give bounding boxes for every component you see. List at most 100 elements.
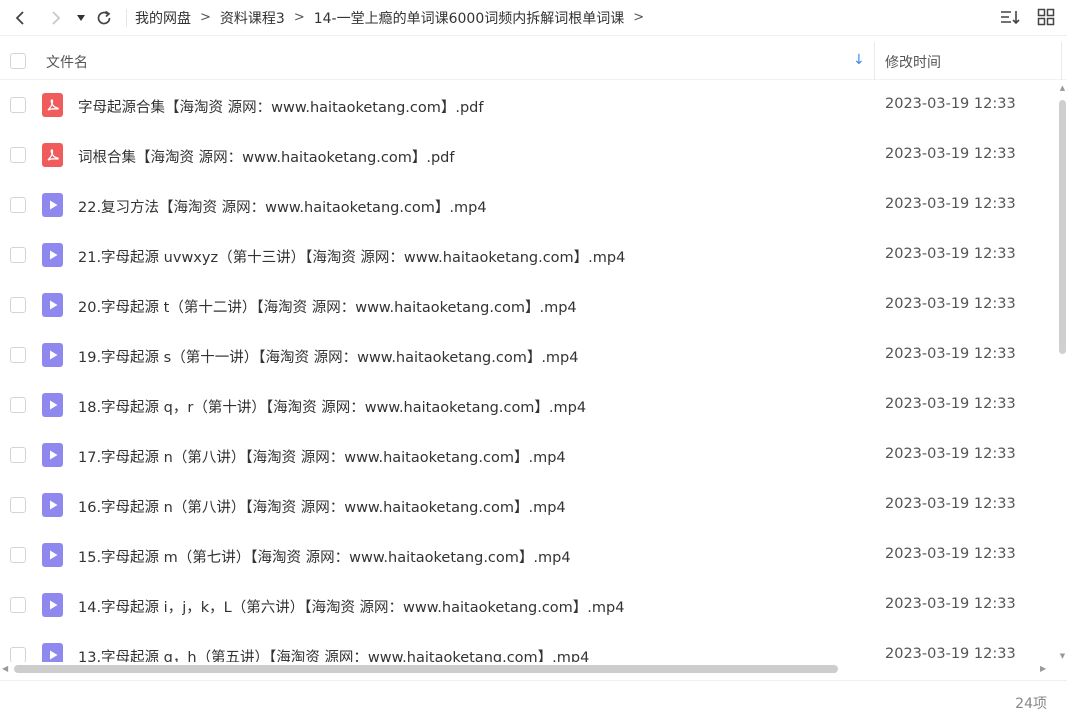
- item-count: 24项: [1015, 696, 1047, 712]
- file-modified-time: 2023-03-19 12:33: [885, 296, 1016, 312]
- row-checkbox[interactable]: [10, 597, 26, 613]
- back-button[interactable]: [8, 6, 32, 30]
- breadcrumb-separator[interactable]: >: [633, 10, 644, 25]
- file-row[interactable]: 17.字母起源 n（第八讲）【海淘资 源网：www.haitaoketang.c…: [0, 430, 1060, 480]
- video-file-icon: [42, 543, 63, 567]
- toolbar-divider: [126, 8, 127, 27]
- file-modified-time: 2023-03-19 12:33: [885, 446, 1016, 462]
- breadcrumb-item-current[interactable]: 14-一堂上瘾的单词课6000词频内拆解词根单词课: [314, 8, 625, 28]
- file-row[interactable]: 16.字母起源 n（第八讲）【海淘资 源网：www.haitaoketang.c…: [0, 480, 1060, 530]
- column-resize-handle[interactable]: [1061, 42, 1062, 80]
- row-checkbox[interactable]: [10, 297, 26, 313]
- row-checkbox[interactable]: [10, 497, 26, 513]
- row-checkbox[interactable]: [10, 447, 26, 463]
- file-modified-time: 2023-03-19 12:33: [885, 346, 1016, 362]
- sort-down-icon: ↓: [853, 52, 865, 68]
- file-row[interactable]: 19.字母起源 s（第十一讲）【海淘资 源网：www.haitaoketang.…: [0, 330, 1060, 380]
- file-row[interactable]: 字母起源合集【海淘资 源网：www.haitaoketang.com】.pdf 2…: [0, 80, 1060, 130]
- file-name[interactable]: 19.字母起源 s（第十一讲）【海淘资 源网：www.haitaoketang.…: [78, 346, 579, 367]
- horizontal-scroll-thumb[interactable]: [14, 665, 838, 673]
- chevron-right-icon: [52, 10, 61, 25]
- breadcrumb-separator: >: [293, 10, 305, 25]
- file-name[interactable]: 16.字母起源 n（第八讲）【海淘资 源网：www.haitaoketang.c…: [78, 496, 566, 517]
- breadcrumb: 我的网盘 > 资料课程3 > 14-一堂上瘾的单词课6000词频内拆解词根单词课…: [135, 8, 653, 28]
- file-name[interactable]: 13.字母起源 g，h（第五讲）【海淘资 源网：www.haitaoketang…: [78, 646, 589, 662]
- row-checkbox[interactable]: [10, 397, 26, 413]
- video-file-icon: [42, 643, 63, 662]
- video-file-icon: [42, 193, 63, 217]
- column-header-name[interactable]: 文件名: [46, 52, 88, 72]
- file-row[interactable]: 22.复习方法【海淘资 源网：www.haitaoketang.com】.mp4…: [0, 180, 1060, 230]
- file-name[interactable]: 15.字母起源 m（第七讲）【海淘资 源网：www.haitaoketang.c…: [78, 546, 571, 567]
- file-name[interactable]: 14.字母起源 i，j，k，L（第六讲）【海淘资 源网：www.haitaoke…: [78, 596, 624, 617]
- scroll-left-icon[interactable]: ◀: [2, 664, 8, 673]
- file-modified-time: 2023-03-19 12:33: [885, 596, 1016, 612]
- row-checkbox[interactable]: [10, 197, 26, 213]
- horizontal-scrollbar[interactable]: ◀ ▶: [0, 662, 1058, 676]
- column-header-modified-time[interactable]: 修改时间: [885, 52, 941, 72]
- scroll-down-icon[interactable]: ▼: [1058, 652, 1067, 662]
- file-modified-time: 2023-03-19 12:33: [885, 396, 1016, 412]
- video-file-icon: [42, 243, 63, 267]
- select-all-checkbox[interactable]: [10, 53, 26, 69]
- row-checkbox[interactable]: [10, 347, 26, 363]
- file-modified-time: 2023-03-19 12:33: [885, 646, 1016, 662]
- caret-down-icon: [77, 14, 85, 21]
- file-row[interactable]: 13.字母起源 g，h（第五讲）【海淘资 源网：www.haitaoketang…: [0, 630, 1060, 662]
- file-modified-time: 2023-03-19 12:33: [885, 146, 1016, 162]
- forward-button[interactable]: [44, 6, 68, 30]
- file-row[interactable]: 15.字母起源 m（第七讲）【海淘资 源网：www.haitaoketang.c…: [0, 530, 1060, 580]
- video-file-icon: [42, 593, 63, 617]
- breadcrumb-separator: >: [200, 10, 211, 25]
- row-checkbox[interactable]: [10, 547, 26, 563]
- row-checkbox[interactable]: [10, 147, 26, 163]
- sort-list-icon: [1001, 11, 1020, 25]
- video-file-icon: [42, 293, 63, 317]
- status-bar: 24项: [0, 680, 1067, 714]
- video-file-icon: [42, 343, 63, 367]
- file-row[interactable]: 词根合集【海淘资 源网：www.haitaoketang.com】.pdf 202…: [0, 130, 1060, 180]
- file-name[interactable]: 词根合集【海淘资 源网：www.haitaoketang.com】.pdf: [78, 146, 454, 167]
- breadcrumb-item-root[interactable]: 我的网盘: [135, 8, 191, 28]
- column-resize-handle[interactable]: [874, 42, 875, 80]
- view-tools: [999, 6, 1057, 28]
- video-file-icon: [42, 493, 63, 517]
- file-name[interactable]: 21.字母起源 uvwxyz（第十三讲）【海淘资 源网：www.haitaoke…: [78, 246, 625, 267]
- history-dropdown-button[interactable]: [72, 6, 90, 30]
- file-list: 字母起源合集【海淘资 源网：www.haitaoketang.com】.pdf 2…: [0, 80, 1060, 662]
- file-modified-time: 2023-03-19 12:33: [885, 496, 1016, 512]
- file-name[interactable]: 17.字母起源 n（第八讲）【海淘资 源网：www.haitaoketang.c…: [78, 446, 566, 467]
- pdf-file-icon: [42, 93, 63, 117]
- scroll-right-icon[interactable]: ▶: [1040, 664, 1046, 673]
- grid-view-button[interactable]: [1035, 6, 1057, 28]
- row-checkbox[interactable]: [10, 97, 26, 113]
- file-row[interactable]: 18.字母起源 q，r（第十讲）【海淘资 源网：www.haitaoketang…: [0, 380, 1060, 430]
- file-list-header: 文件名 ↓ 修改时间: [0, 42, 1067, 80]
- file-name[interactable]: 18.字母起源 q，r（第十讲）【海淘资 源网：www.haitaoketang…: [78, 396, 586, 417]
- vertical-scroll-thumb[interactable]: [1059, 100, 1066, 354]
- scroll-up-icon[interactable]: ▲: [1058, 84, 1067, 94]
- video-file-icon: [42, 443, 63, 467]
- file-row[interactable]: 20.字母起源 t（第十二讲）【海淘资 源网：www.haitaoketang.…: [0, 280, 1060, 330]
- pdf-file-icon: [42, 143, 63, 167]
- file-row[interactable]: 14.字母起源 i，j，k，L（第六讲）【海淘资 源网：www.haitaoke…: [0, 580, 1060, 630]
- sort-button[interactable]: [999, 6, 1021, 28]
- breadcrumb-item-folder[interactable]: 资料课程3: [220, 8, 285, 28]
- file-modified-time: 2023-03-19 12:33: [885, 246, 1016, 262]
- vertical-scrollbar[interactable]: ▲ ▼: [1058, 84, 1067, 662]
- file-row[interactable]: 21.字母起源 uvwxyz（第十三讲）【海淘资 源网：www.haitaoke…: [0, 230, 1060, 280]
- refresh-icon: [97, 10, 111, 24]
- grid-view-icon: [1037, 8, 1055, 26]
- file-modified-time: 2023-03-19 12:33: [885, 96, 1016, 112]
- row-checkbox[interactable]: [10, 647, 26, 662]
- file-modified-time: 2023-03-19 12:33: [885, 196, 1016, 212]
- video-file-icon: [42, 393, 63, 417]
- file-name[interactable]: 22.复习方法【海淘资 源网：www.haitaoketang.com】.mp4: [78, 196, 487, 217]
- chevron-left-icon: [15, 10, 24, 25]
- row-checkbox[interactable]: [10, 247, 26, 263]
- file-modified-time: 2023-03-19 12:33: [885, 546, 1016, 562]
- navigation-bar: 我的网盘 > 资料课程3 > 14-一堂上瘾的单词课6000词频内拆解词根单词课…: [0, 0, 1067, 36]
- file-name[interactable]: 字母起源合集【海淘资 源网：www.haitaoketang.com】.pdf: [78, 96, 483, 117]
- refresh-button[interactable]: [92, 6, 116, 30]
- file-name[interactable]: 20.字母起源 t（第十二讲）【海淘资 源网：www.haitaoketang.…: [78, 296, 577, 317]
